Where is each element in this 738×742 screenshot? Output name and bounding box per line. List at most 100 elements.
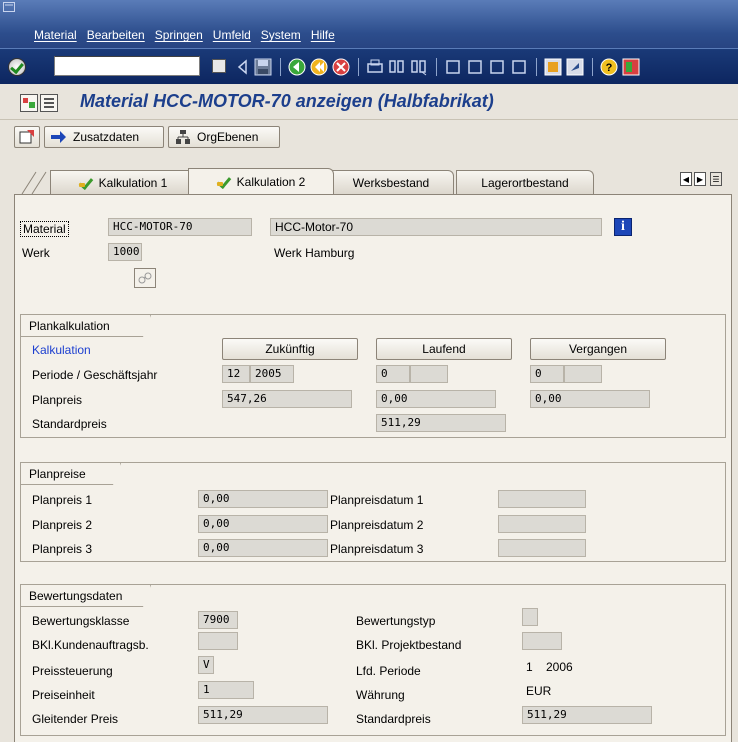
cancel-icon[interactable]	[332, 58, 350, 76]
tab-label: Lagerortbestand	[481, 175, 569, 190]
tab-lagerortbestand[interactable]: Lagerortbestand	[456, 170, 594, 194]
collapse-command-icon[interactable]	[236, 59, 250, 75]
tab-list-icon[interactable]: ☰	[710, 172, 722, 186]
verg-planpreis-field[interactable]: 0,00	[530, 390, 650, 408]
zuk-jahr-field[interactable]: 2005	[250, 365, 294, 383]
menu-material[interactable]: Material	[34, 28, 77, 42]
gleitender-preis-label: Gleitender Preis	[32, 712, 119, 726]
standardpreis-field[interactable]: 511,29	[376, 414, 506, 432]
shortcut-icon[interactable]	[566, 58, 584, 76]
planpreisdatum-2-label: Planpreisdatum 2	[330, 518, 424, 532]
tab-label: Werksbestand	[352, 175, 430, 190]
menu-bearbeiten[interactable]: Bearbeiten	[87, 28, 145, 42]
print-icon[interactable]	[366, 58, 384, 76]
planpreis-3-field[interactable]: 0,00	[198, 539, 328, 557]
bewertungsklasse-label: Bewertungsklasse	[32, 614, 130, 628]
bewertung-standardpreis-field[interactable]: 511,29	[522, 706, 652, 724]
tab-scroll-left-icon[interactable]: ◀	[680, 172, 692, 186]
bewertungsklasse-field[interactable]: 7900	[198, 611, 238, 629]
vergangen-button[interactable]: Vergangen	[530, 338, 666, 360]
tab-kalkulation-2[interactable]: Kalkulation 2	[188, 168, 334, 194]
standard-toolbar: ?	[0, 48, 738, 84]
layout-icon[interactable]	[622, 58, 640, 76]
planpreis-1-field[interactable]: 0,00	[198, 490, 328, 508]
find-next-icon[interactable]	[410, 58, 428, 76]
save-icon[interactable]	[254, 58, 272, 76]
first-page-icon[interactable]	[444, 58, 462, 76]
next-page-icon[interactable]	[488, 58, 506, 76]
material-label: Material	[20, 221, 69, 237]
help-icon[interactable]: ?	[600, 58, 618, 76]
preissteuerung-label: Preissteuerung	[32, 664, 113, 678]
bewertungstyp-field[interactable]	[522, 608, 538, 626]
tab-kalkulation-1[interactable]: Kalkulation 1	[50, 170, 196, 194]
planpreisdatum-2-field[interactable]	[498, 515, 586, 533]
preiseinheit-label: Preiseinheit	[32, 688, 95, 702]
planpreis-1-label: Planpreis 1	[32, 493, 93, 507]
check-screen-button[interactable]	[14, 126, 40, 148]
periode-label: Periode / Geschäftsjahr	[32, 368, 158, 382]
menu-springen[interactable]: Springen	[155, 28, 203, 42]
title-bar: Material HCC-MOTOR-70 anzeigen (Halbfabr…	[0, 84, 738, 120]
screen-icons	[20, 94, 58, 112]
command-field[interactable]	[54, 56, 200, 76]
tab-checked-icon	[78, 178, 93, 188]
tab-checked-icon	[216, 177, 231, 187]
zusatzdaten-label: Zusatzdaten	[73, 130, 140, 144]
tab-scroll-right-icon[interactable]: ▶	[694, 172, 706, 186]
preiseinheit-field[interactable]: 1	[198, 681, 254, 699]
planpreis-2-field[interactable]: 0,00	[198, 515, 328, 533]
menu-bar: Material Bearbeiten Springen Umfeld Syst…	[0, 0, 738, 48]
prev-page-icon[interactable]	[466, 58, 484, 76]
kalkulation-label: Kalkulation	[32, 343, 91, 357]
screen-select-icon	[19, 130, 34, 144]
planpreisdatum-1-field[interactable]	[498, 490, 586, 508]
laufend-button[interactable]: Laufend	[376, 338, 512, 360]
org-level-button[interactable]	[134, 268, 156, 288]
bkl-kundenauftrag-field[interactable]	[198, 632, 238, 650]
lauf-jahr-field[interactable]	[410, 365, 448, 383]
command-history-icon[interactable]	[212, 59, 226, 73]
werk-field[interactable]: 1000	[108, 243, 142, 261]
material-description-field[interactable]: HCC-Motor-70	[270, 218, 602, 236]
group-title: Plankalkulation	[21, 315, 151, 337]
bkl-kundenauftrag-label: BKl.Kundenauftragsb.	[32, 638, 149, 652]
lauf-planpreis-field[interactable]: 0,00	[376, 390, 496, 408]
zuk-periode-field[interactable]: 12	[222, 365, 250, 383]
zuk-planpreis-field[interactable]: 547,26	[222, 390, 352, 408]
tab-werksbestand[interactable]: Werksbestand	[328, 170, 454, 194]
bewertung-standardpreis-label: Standardpreis	[356, 712, 431, 726]
preissteuerung-field[interactable]: V	[198, 656, 214, 674]
find-icon[interactable]	[388, 58, 406, 76]
lauf-periode-field[interactable]: 0	[376, 365, 410, 383]
menu-system[interactable]: System	[261, 28, 301, 42]
verg-periode-field[interactable]: 0	[530, 365, 564, 383]
gleitender-preis-field[interactable]: 511,29	[198, 706, 328, 724]
new-session-icon[interactable]	[544, 58, 562, 76]
svg-text:?: ?	[606, 62, 613, 74]
bkl-projektbestand-field[interactable]	[522, 632, 562, 650]
bkl-projektbestand-label: BKl. Projektbestand	[356, 638, 462, 652]
info-icon[interactable]: i	[614, 218, 632, 236]
back-icon[interactable]	[288, 58, 306, 76]
verg-jahr-field[interactable]	[564, 365, 602, 383]
orgebenen-button[interactable]: OrgEbenen	[168, 126, 280, 148]
zukuenftig-button[interactable]: Zukünftig	[222, 338, 358, 360]
last-page-icon[interactable]	[510, 58, 528, 76]
orgebenen-label: OrgEbenen	[197, 130, 259, 144]
menu-hilfe[interactable]: Hilfe	[311, 28, 335, 42]
planpreisdatum-3-field[interactable]	[498, 539, 586, 557]
exit-icon[interactable]	[310, 58, 328, 76]
bewertungstyp-label: Bewertungstyp	[356, 614, 436, 628]
window-menu-icon[interactable]	[3, 2, 15, 12]
tab-label: Kalkulation 2	[236, 174, 306, 189]
werk-label: Werk	[22, 246, 50, 260]
waehrung-label: Währung	[356, 688, 405, 702]
material-field[interactable]: HCC-MOTOR-70	[108, 218, 252, 236]
zusatzdaten-button[interactable]: Zusatzdaten	[44, 126, 164, 148]
werk-description: Werk Hamburg	[274, 246, 355, 260]
planpreisdatum-3-label: Planpreisdatum 3	[330, 542, 424, 556]
menu-umfeld[interactable]: Umfeld	[213, 28, 251, 42]
lfd-jahr-value: 2006	[546, 660, 573, 674]
enter-icon[interactable]	[8, 58, 26, 76]
